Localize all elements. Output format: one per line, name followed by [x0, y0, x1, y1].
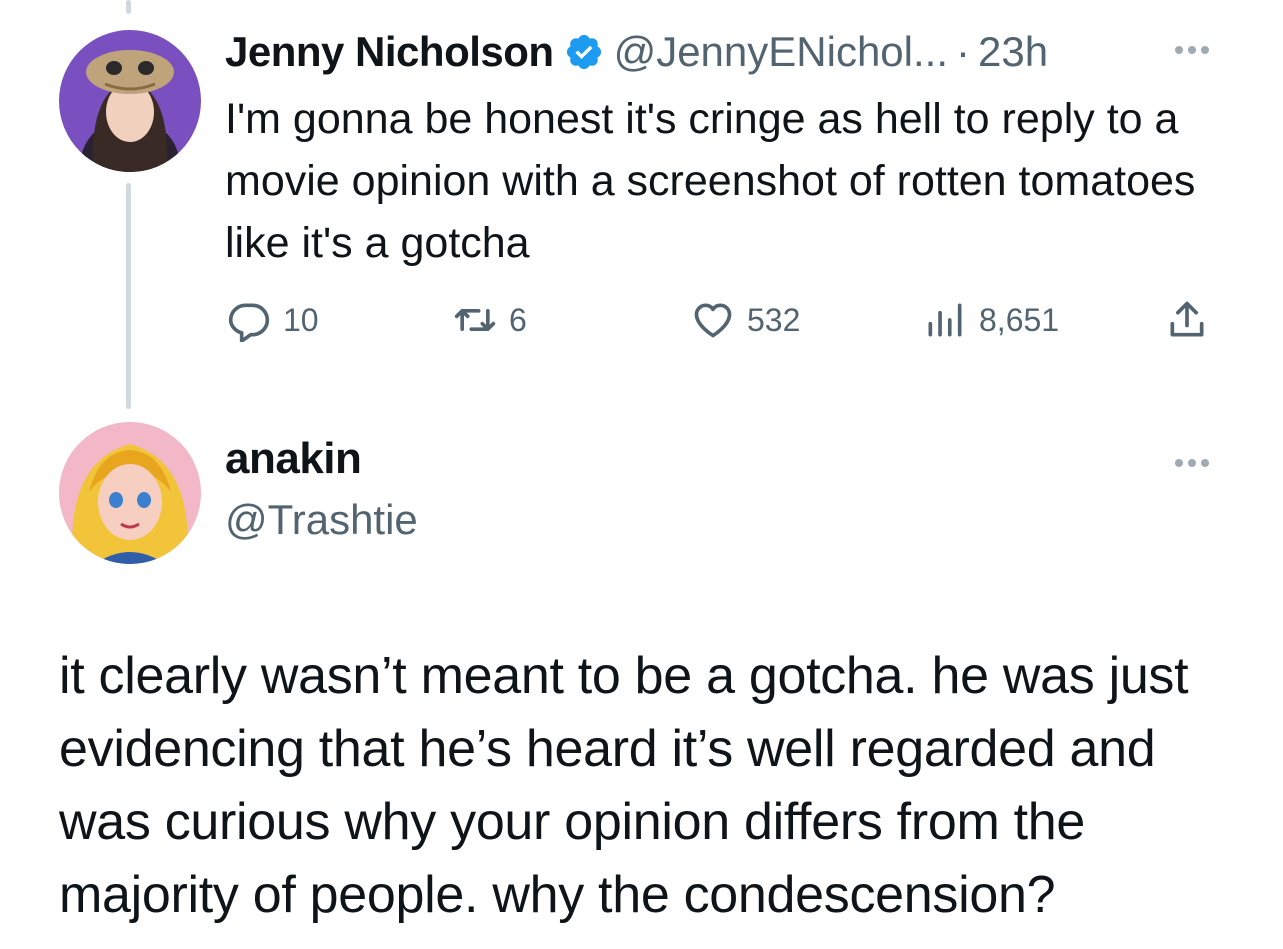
- reply-button[interactable]: 10: [227, 290, 319, 350]
- author-handle[interactable]: @JennyENichol...: [614, 28, 948, 76]
- avatar-anakin[interactable]: [59, 422, 201, 564]
- verified-badge-icon: [564, 32, 604, 72]
- reply-author-name[interactable]: anakin: [225, 434, 362, 484]
- share-button[interactable]: [1165, 290, 1209, 350]
- share-icon: [1165, 298, 1209, 342]
- avatar-jenny[interactable]: [59, 30, 201, 172]
- views-button[interactable]: 8,651: [923, 290, 1059, 350]
- reply-text: it clearly wasn’t meant to be a gotcha. …: [59, 647, 1189, 924]
- more-icon[interactable]: [1175, 46, 1209, 54]
- separator-dot: ·: [956, 28, 971, 75]
- retweet-count: 6: [509, 301, 527, 338]
- reply-icon: [227, 298, 271, 342]
- like-count: 532: [747, 301, 801, 338]
- more-icon[interactable]: [1175, 459, 1209, 467]
- tweet-header: Jenny Nicholson @JennyENichol... · 23h: [225, 26, 1048, 78]
- author-name[interactable]: Jenny Nicholson: [225, 28, 554, 76]
- like-icon: [691, 298, 735, 342]
- retweet-button[interactable]: 6: [453, 290, 527, 350]
- views-icon: [923, 298, 967, 342]
- views-count: 8,651: [979, 301, 1060, 338]
- tweet-text: I'm gonna be honest it's cringe as hell …: [225, 95, 1196, 267]
- retweet-icon: [453, 298, 497, 342]
- like-button[interactable]: 532: [691, 290, 800, 350]
- reply-author-handle[interactable]: @Trashtie: [225, 496, 418, 544]
- thread-line: [126, 183, 131, 409]
- action-bar: 10 6 532 8,651: [225, 290, 1225, 350]
- thread-line-top: [126, 0, 131, 14]
- reply-count: 10: [283, 301, 319, 338]
- timestamp[interactable]: 23h: [978, 28, 1048, 76]
